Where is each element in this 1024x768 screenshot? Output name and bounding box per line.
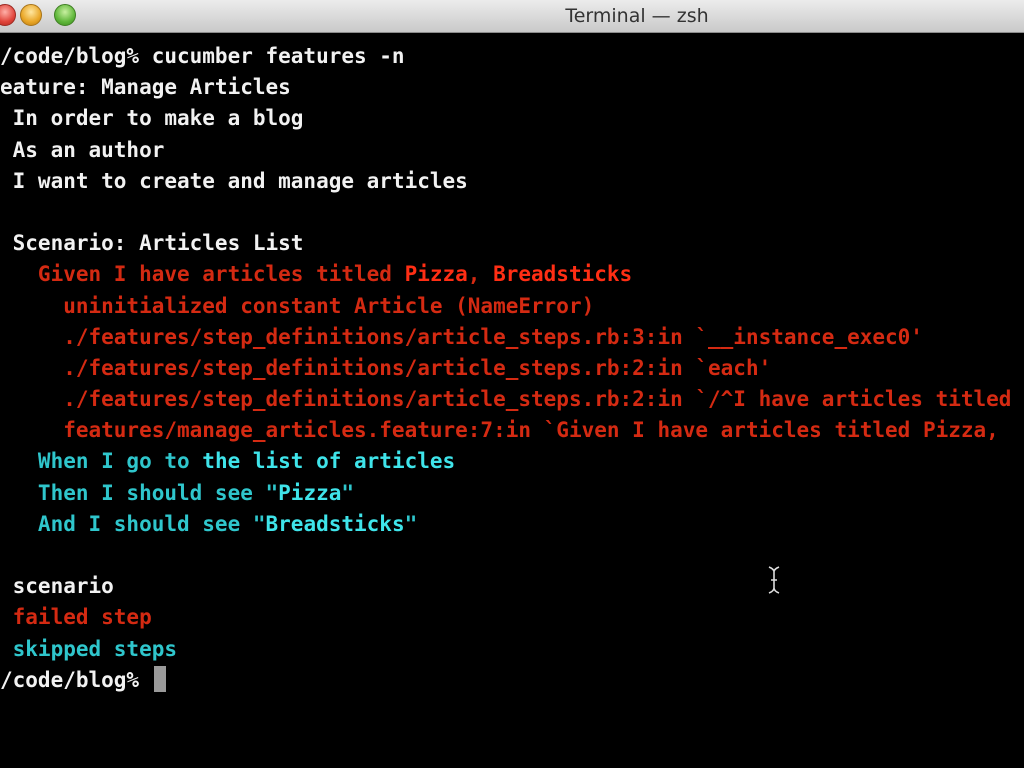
terminal-text-segment: the list of articles — [202, 449, 456, 474]
terminal-line: features/manage_articles.feature:7:in `G… — [0, 415, 1024, 446]
terminal-line: And I should see "Breadsticks" — [0, 509, 1024, 540]
terminal-text-segment: And I should see " — [0, 511, 266, 536]
terminal-text: /code/blog% cucumber features -n — [0, 44, 405, 68]
terminal-text-segment: Then I should see " — [0, 480, 279, 505]
terminal-line: As an author — [0, 135, 1024, 166]
terminal-line: ./features/step_definitions/article_step… — [0, 384, 1024, 415]
terminal-text: features/manage_articles.feature:7:in `G… — [0, 418, 999, 443]
terminal-output[interactable]: /code/blog% cucumber features -n eature: … — [0, 41, 1024, 768]
terminal-text: As an author — [0, 137, 165, 162]
terminal-line: Scenario: Articles List — [0, 228, 1024, 259]
terminal-line: eature: Manage Articles — [0, 72, 1024, 103]
terminal-text-segment: Breadsticks — [493, 262, 633, 287]
terminal-text-segment: Given I have articles titled — [0, 262, 405, 287]
terminal-text: ./features/step_definitions/article_step… — [0, 324, 923, 349]
text-cursor-icon — [768, 566, 780, 594]
terminal-text-segment: Pizza — [278, 480, 342, 505]
terminal-text: ./features/step_definitions/article_step… — [0, 387, 1012, 412]
terminal-line: I want to create and manage articles — [0, 166, 1024, 197]
terminal-text-segment: When I go to — [0, 449, 203, 474]
terminal-text-segment: " — [404, 511, 418, 536]
terminal-line: uninitialized constant Article (NameErro… — [0, 291, 1024, 322]
terminal-text-segment: Pizza — [404, 262, 468, 287]
terminal-line: When I go to the list of articles — [0, 446, 1024, 477]
shell-prompt: /code/blog% — [0, 667, 152, 692]
terminal-text: failed step — [0, 605, 152, 630]
terminal-line: ./features/step_definitions/article_step… — [0, 353, 1024, 384]
terminal-line: failed step — [0, 602, 1024, 633]
terminal-text: Scenario: Articles List — [0, 231, 304, 256]
terminal-line: In order to make a blog — [0, 103, 1024, 134]
terminal-text-segment: " — [341, 480, 355, 505]
terminal-text: uninitialized constant Article (NameErro… — [0, 293, 595, 318]
terminal-text: In order to make a blog — [0, 106, 304, 131]
terminal-text: skipped steps — [0, 636, 178, 661]
terminal-text: ./features/step_definitions/article_step… — [0, 355, 772, 380]
terminal-text-segment: Breadsticks — [265, 511, 405, 536]
terminal-line: Given I have articles titled Pizza, Brea… — [0, 259, 1024, 290]
terminal-text-segment: , — [467, 262, 494, 287]
prompt-line[interactable]: /code/blog% — [0, 665, 1024, 696]
terminal-line: /code/blog% cucumber features -n — [0, 41, 1024, 72]
block-cursor — [153, 665, 166, 692]
terminal-line: scenario — [0, 571, 1024, 602]
terminal-text: I want to create and manage articles — [0, 168, 468, 193]
terminal-line: ./features/step_definitions/article_step… — [0, 322, 1024, 353]
terminal-line: skipped steps — [0, 634, 1024, 665]
title-bar[interactable]: Terminal — zsh — [0, 0, 1024, 33]
terminal-window: Terminal — zsh /code/blog% cucumber feat… — [0, 0, 1024, 768]
window-title: Terminal — zsh — [565, 5, 709, 27]
terminal-text: eature: Manage Articles — [0, 75, 291, 100]
terminal-line: Then I should see "Pizza" — [0, 478, 1024, 509]
terminal-text: scenario — [0, 574, 114, 599]
